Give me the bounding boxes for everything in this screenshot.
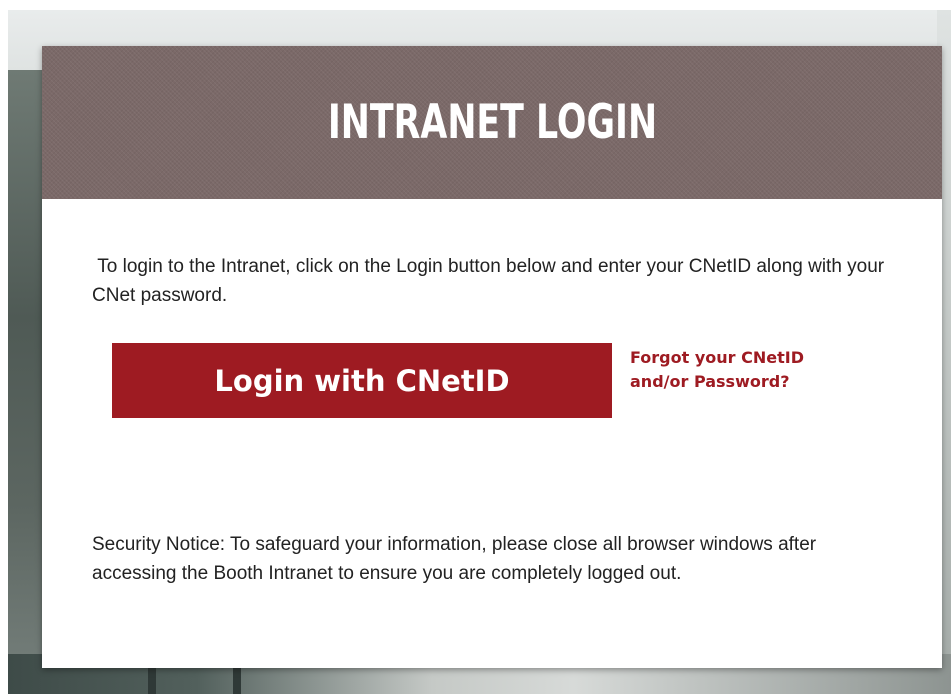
login-header: INTRANET LOGIN (42, 46, 942, 199)
background-building-left (8, 70, 44, 690)
login-instructions: To login to the Intranet, click on the L… (92, 256, 890, 306)
page-title: INTRANET LOGIN (327, 95, 657, 150)
forgot-cnetid-password-link[interactable]: Forgot your CNetID and/or Password? (630, 346, 870, 394)
login-with-cnetid-button[interactable]: Login with CNetID (112, 343, 612, 418)
login-card: INTRANET LOGIN To login to the Intranet,… (42, 46, 942, 668)
security-notice: Security Notice: To safeguard your infor… (92, 534, 817, 584)
